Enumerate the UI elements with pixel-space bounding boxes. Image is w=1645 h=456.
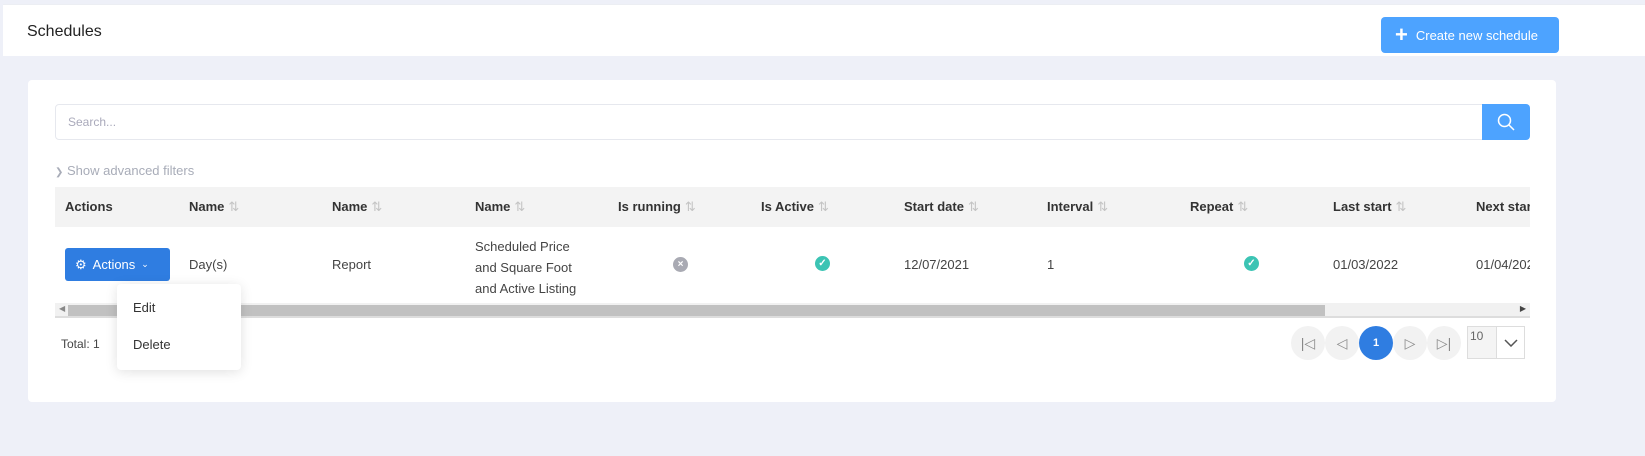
create-label: Create new schedule — [1415, 27, 1538, 43]
page-title: Schedules — [27, 23, 102, 40]
sort-icon: ⇅ — [967, 199, 979, 214]
column-header-last-start[interactable]: Last start ⇅ — [1333, 199, 1406, 215]
cell-name2: Report — [332, 257, 372, 272]
chevron-down-icon: ⌄ — [141, 259, 149, 269]
sort-icon: ⇅ — [818, 199, 829, 214]
sort-icon: ⇅ — [371, 199, 383, 214]
cell-name1: Day(s) — [189, 257, 228, 272]
column-header-is-active[interactable]: Is Active ⇅ — [761, 199, 829, 215]
page-button-1[interactable]: 1 — [1359, 326, 1393, 360]
first-page-button[interactable]: |◁ — [1291, 326, 1325, 360]
check-circle-icon: ✓ — [1244, 256, 1259, 271]
column-header-next-start[interactable]: Next start — [1476, 199, 1530, 214]
chevron-down-icon[interactable] — [1496, 327, 1524, 358]
prev-page-icon: ◁ — [1336, 334, 1348, 351]
column-header-name[interactable]: Name ⇅ — [475, 199, 525, 215]
column-header-repeat[interactable]: Repeat ⇅ — [1190, 199, 1248, 215]
total-count: Total: 1 — [61, 337, 100, 351]
column-header-start-date[interactable]: Start date ⇅ — [904, 199, 979, 215]
cell-name3: Scheduled Price and Square Foot and Active… — [475, 239, 577, 296]
page-header: Schedules + Create new schedule — [3, 4, 1645, 56]
menu-item-edit[interactable]: Edit — [133, 300, 155, 315]
scroll-right-icon: ▶ — [1519, 304, 1526, 313]
advanced-filters-label: Show advanced filters — [67, 163, 195, 178]
cell-interval: 1 — [1047, 257, 1055, 272]
column-header-name[interactable]: Name ⇅ — [189, 199, 239, 215]
advanced-filters-toggle[interactable]: ❯ Show advanced filters — [55, 163, 194, 178]
next-page-icon: ▷ — [1404, 334, 1416, 351]
sort-icon: ⇅ — [1395, 199, 1407, 214]
search-input[interactable] — [55, 104, 1483, 140]
sort-icon: ⇅ — [228, 199, 240, 214]
cell-last-start: 01/03/2022 — [1333, 257, 1399, 272]
search-icon — [1497, 113, 1515, 131]
plus-icon: + — [1395, 22, 1408, 47]
menu-item-delete[interactable]: Delete — [133, 337, 171, 352]
search-button[interactable] — [1482, 104, 1530, 140]
create-schedule-button[interactable]: + Create new schedule — [1381, 17, 1559, 53]
sort-icon: ⇅ — [1237, 199, 1249, 214]
column-header-interval[interactable]: Interval ⇅ — [1047, 199, 1108, 215]
row-actions-button[interactable]: ⚙ Actions ⌄ — [65, 248, 170, 281]
chevron-down-icon: ❯ — [55, 167, 64, 178]
first-page-icon: |◁ — [1300, 334, 1316, 351]
cell-start-date: 12/07/2021 — [904, 257, 970, 272]
sort-icon: ⇅ — [514, 199, 526, 214]
cell-next-start: 01/04/2022 — [1476, 257, 1530, 272]
sort-icon: ⇅ — [684, 199, 696, 214]
schedules-table: Actions Name ⇅ Name ⇅ Name ⇅ Is running ⇅ Is… — [55, 187, 1530, 303]
table-header: Actions Name ⇅ Name ⇅ Name ⇅ Is running ⇅ Is… — [55, 187, 1530, 227]
prev-page-button[interactable]: ◁ — [1325, 326, 1359, 360]
column-header-name[interactable]: Name ⇅ — [332, 199, 382, 215]
scrollbar-thumb[interactable] — [68, 305, 1325, 316]
scroll-left-icon: ◀ — [59, 304, 66, 313]
x-circle-icon: × — [673, 257, 688, 272]
column-header-is-running[interactable]: Is running ⇅ — [618, 199, 696, 215]
last-page-icon: ▷| — [1436, 334, 1452, 351]
check-circle-icon: ✓ — [815, 256, 830, 271]
page-size-select[interactable]: 10 — [1467, 326, 1525, 359]
gear-icon: ⚙ — [75, 256, 87, 272]
page-size-value: 10 — [1470, 329, 1484, 343]
next-page-button[interactable]: ▷ — [1393, 326, 1427, 360]
sort-icon: ⇅ — [1097, 199, 1109, 214]
horizontal-scrollbar[interactable]: ◀ ▶ — [55, 303, 1530, 318]
column-header-actions: Actions — [65, 199, 113, 214]
last-page-button[interactable]: ▷| — [1427, 326, 1461, 360]
actions-dropdown-menu: Edit Delete — [117, 284, 241, 370]
